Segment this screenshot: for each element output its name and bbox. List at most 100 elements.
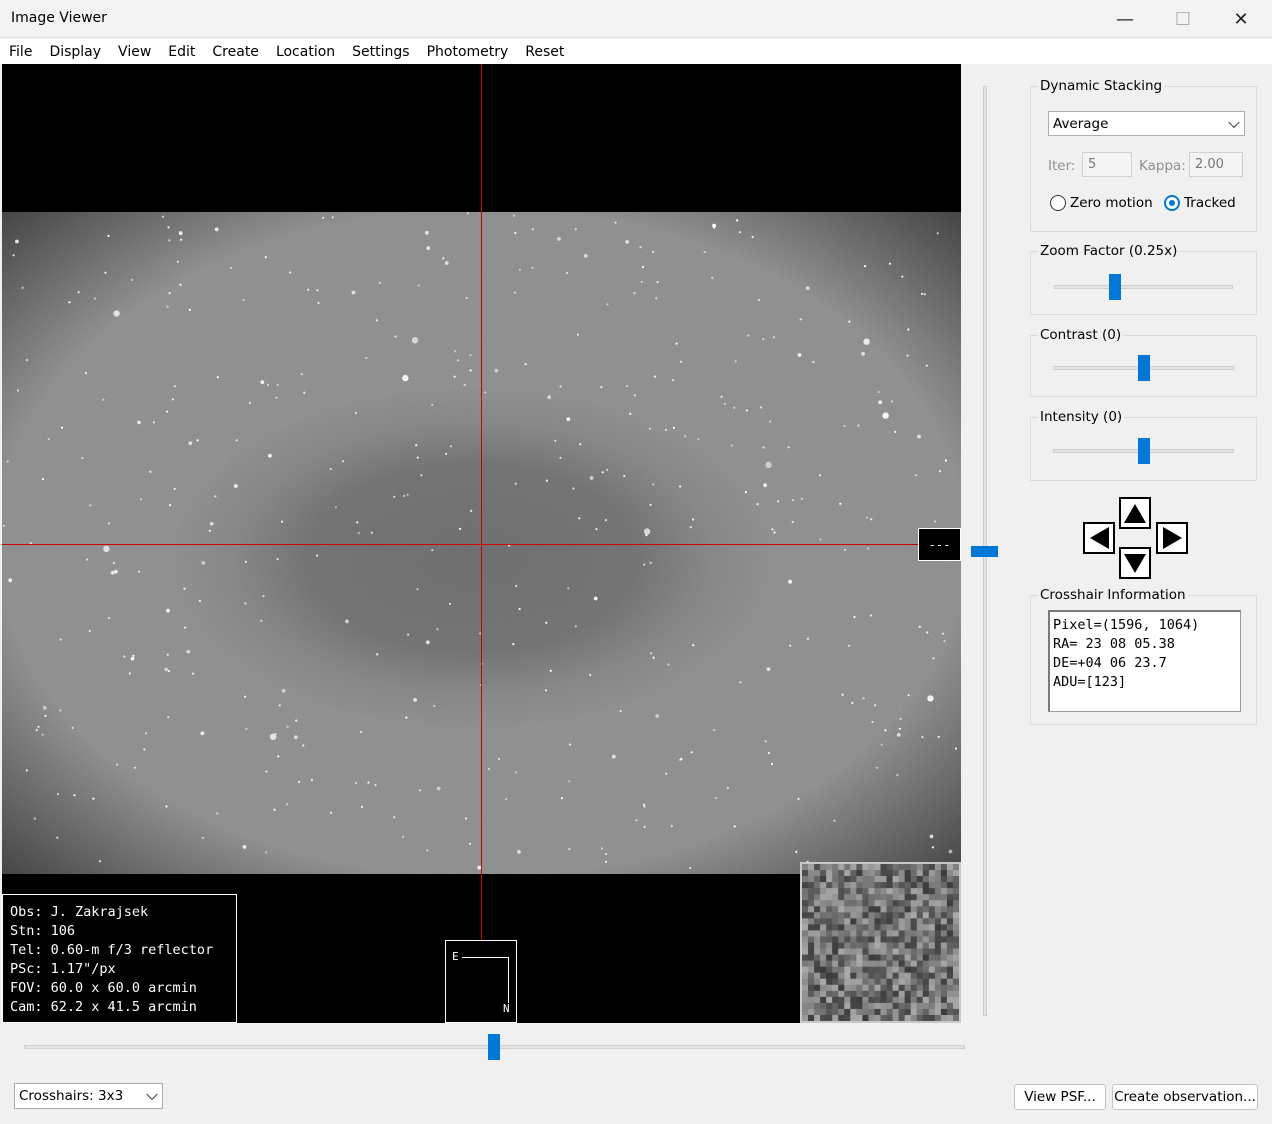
pan-left-button[interactable] xyxy=(1083,522,1115,554)
thumbnail-pixel xyxy=(880,942,888,950)
star-point xyxy=(41,478,45,481)
thumbnail-pixel xyxy=(832,948,839,956)
thumbnail-pixel xyxy=(808,876,815,883)
view-psf-button[interactable]: View PSF... xyxy=(1014,1084,1106,1110)
thumbnail-pixel xyxy=(892,1002,900,1010)
star-point xyxy=(756,503,759,506)
thumbnail-pixel xyxy=(838,1002,845,1010)
horizontal-scroll-thumb[interactable] xyxy=(488,1034,500,1060)
thumbnail-pixel xyxy=(826,876,833,883)
star-point xyxy=(448,602,452,605)
stacking-mode-select[interactable]: Average xyxy=(1048,111,1245,136)
thumbnail-pixel xyxy=(922,894,930,901)
create-observation-button[interactable]: Create observation... xyxy=(1112,1084,1258,1110)
thumbnail-pixel xyxy=(940,984,948,992)
star-point xyxy=(110,570,115,575)
thumbnail-pixel xyxy=(916,972,924,980)
star-point xyxy=(244,560,247,563)
crosshair-dec: DE=+04 06 23.7 xyxy=(1053,655,1167,671)
thumbnail-pixel xyxy=(844,1008,851,1016)
thumbnail-pixel xyxy=(934,930,942,937)
star-point xyxy=(265,770,268,773)
thumbnail-pixel xyxy=(952,990,959,998)
thumbnail-pixel xyxy=(814,960,821,968)
thumbnail-pixel xyxy=(880,966,888,974)
star-point xyxy=(518,268,521,271)
thumbnail-pixel xyxy=(880,1008,888,1016)
thumbnail-pixel xyxy=(934,990,942,998)
menu-create[interactable]: Create xyxy=(212,44,259,60)
thumbnail-pixel xyxy=(808,1008,815,1016)
close-button[interactable]: ✕ xyxy=(1212,0,1270,38)
thumbnail-pixel xyxy=(868,960,875,968)
star-point xyxy=(697,438,700,441)
thumbnail-pixel xyxy=(856,864,863,871)
intensity-slider-thumb[interactable] xyxy=(1137,438,1150,464)
thumbnail-pixel xyxy=(808,966,815,974)
crosshair-info-text[interactable]: Pixel=(1596, 1064) RA= 23 08 05.38 DE=+0… xyxy=(1048,610,1241,712)
thumbnail-pixel xyxy=(898,882,906,889)
thumbnail-pixel xyxy=(838,924,845,931)
menu-location[interactable]: Location xyxy=(276,44,335,60)
star-point xyxy=(310,779,313,782)
zoom-slider-thumb[interactable] xyxy=(1108,274,1121,300)
thumbnail-pixel xyxy=(820,990,827,998)
radio-zero-motion[interactable]: Zero motion xyxy=(1050,195,1153,211)
menu-settings[interactable]: Settings xyxy=(352,44,409,60)
star-point xyxy=(841,693,844,696)
thumbnail-pixel xyxy=(850,972,857,980)
vertical-scroll-thumb[interactable] xyxy=(971,546,998,557)
thumbnail-pixel xyxy=(808,864,815,871)
thumbnail-pixel xyxy=(862,912,869,919)
radio-tracked[interactable]: Tracked xyxy=(1164,195,1236,211)
star-point xyxy=(629,412,632,415)
star-point xyxy=(169,504,172,507)
thumbnail-pixel xyxy=(880,882,888,889)
thumbnail-pixel xyxy=(862,990,869,998)
crosshairs-select[interactable]: Crosshairs: 3x3 xyxy=(14,1083,163,1109)
zoom-slider-track[interactable] xyxy=(1054,285,1233,289)
menu-reset[interactable]: Reset xyxy=(525,44,564,60)
thumbnail-pixel xyxy=(850,990,857,998)
arrow-right-icon xyxy=(1162,527,1182,549)
minimize-button[interactable]: — xyxy=(1096,0,1154,38)
thumbnail-pixel xyxy=(844,990,851,998)
thumbnail-pixel xyxy=(808,912,815,919)
pan-up-button[interactable] xyxy=(1119,497,1151,529)
thumbnail-pixel xyxy=(940,912,948,919)
thumbnail-pixel xyxy=(928,882,936,889)
iter-input[interactable]: 5 xyxy=(1082,152,1132,177)
image-viewport[interactable]: --- Obs: J. Zakrajsek Stn: 106 Tel: 0.60… xyxy=(2,64,961,1023)
menu-edit[interactable]: Edit xyxy=(168,44,195,60)
thumbnail-pixel xyxy=(922,1008,930,1016)
thumbnail-pixel xyxy=(886,888,894,895)
menu-file[interactable]: File xyxy=(9,44,32,60)
thumbnail-pixel xyxy=(856,894,863,901)
thumbnail-pixel xyxy=(916,906,924,913)
thumbnail-pixel xyxy=(952,894,959,901)
thumbnail-pixel xyxy=(814,972,821,980)
thumbnail-pixel xyxy=(934,1002,942,1010)
pan-down-button[interactable] xyxy=(1119,547,1151,579)
star-point xyxy=(833,819,836,822)
star-point xyxy=(703,251,706,254)
kappa-input[interactable]: 2.00 xyxy=(1189,152,1243,177)
thumbnail-pixel xyxy=(802,984,809,992)
thumbnail-pixel xyxy=(802,1014,809,1021)
contrast-slider-thumb[interactable] xyxy=(1137,355,1150,381)
thumbnail-pixel xyxy=(856,978,863,986)
menu-photometry[interactable]: Photometry xyxy=(427,44,509,60)
star-point xyxy=(625,385,629,388)
thumbnail-pixel xyxy=(886,978,894,986)
star-point xyxy=(559,456,562,459)
maximize-button[interactable]: ☐ xyxy=(1154,0,1212,38)
star-point xyxy=(888,262,892,265)
menu-display[interactable]: Display xyxy=(49,44,101,60)
pan-right-button[interactable] xyxy=(1156,522,1188,554)
menu-view[interactable]: View xyxy=(118,44,151,60)
menu-bar: File Display View Edit Create Location S… xyxy=(0,39,1272,64)
thumbnail-pixel xyxy=(922,936,930,943)
star-point xyxy=(198,599,201,602)
thumbnail-pixel xyxy=(922,984,930,992)
radio-tracked-circle xyxy=(1164,195,1180,211)
